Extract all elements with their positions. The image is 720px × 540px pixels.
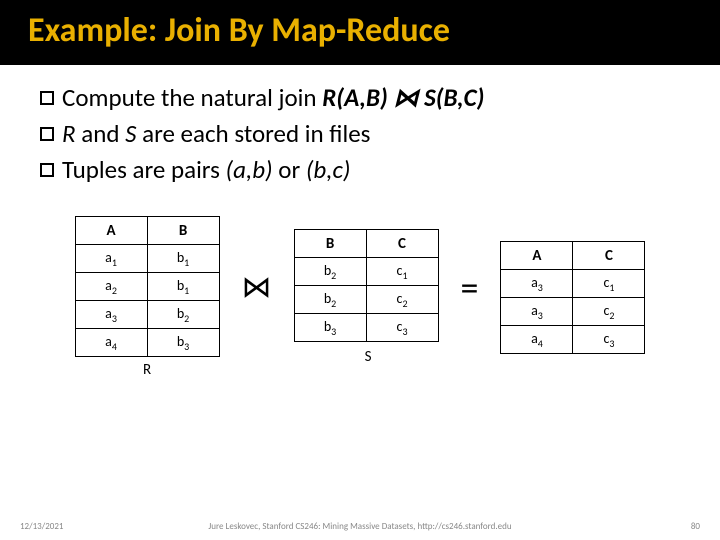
tables-row: ABa1b1a2b1a3b2a4b3 R ⋈ BCb2c1b2c2b3c3 S … [40, 216, 680, 379]
footer-credit: Jure Leskovec, Stanford CS246: Mining Ma… [0, 521, 720, 532]
bullet-2: R and S are each stored in files [40, 117, 680, 151]
table-row: b2c1 [294, 258, 438, 286]
table-cell: b1 [147, 273, 219, 301]
table-row: a4c3 [501, 326, 645, 354]
table-R: ABa1b1a2b1a3b2a4b3 [75, 216, 220, 357]
table-header: B [294, 230, 366, 258]
bullet-2-S: S [125, 118, 136, 149]
table-cell: a2 [75, 273, 147, 301]
table-row: a3c2 [501, 298, 645, 326]
bullet-2-mid: and [76, 118, 126, 149]
bullet-2-R: R [62, 118, 76, 149]
bullet-2-rest: are each stored in files [136, 118, 370, 149]
table-row: b3c3 [294, 314, 438, 342]
bullet-3-prefix: Tuples are pairs [62, 154, 226, 185]
slide-body: Compute the natural join R(A,B) ⋈ S(B,C)… [0, 65, 720, 379]
table-row: a4b3 [75, 329, 219, 357]
table-S: BCb2c1b2c2b3c3 [294, 229, 439, 342]
table-cell: a4 [501, 326, 573, 354]
table-R-wrap: ABa1b1a2b1a3b2a4b3 R [75, 216, 220, 379]
table-cell: b2 [147, 301, 219, 329]
table-cell: a4 [75, 329, 147, 357]
table-result-wrap: ACa3c1a3c2a4c3 [500, 241, 645, 354]
table-cell: c3 [366, 314, 438, 342]
table-cell: b1 [147, 245, 219, 273]
bullet-square-icon [40, 163, 54, 177]
table-cell: b3 [294, 314, 366, 342]
table-cell: c1 [366, 258, 438, 286]
bullet-square-icon [40, 91, 54, 105]
table-cell: a3 [501, 298, 573, 326]
table-header: B [147, 217, 219, 245]
slide-footer: 12/13/2021 Jure Leskovec, Stanford CS246… [0, 521, 720, 532]
bullet-1-text: Compute the natural join [62, 82, 322, 113]
table-header: A [501, 242, 573, 270]
bullet-1-relation: R(A,B) ⋈ S(B,C) [322, 82, 484, 113]
table-cell: a3 [501, 270, 573, 298]
table-row: a1b1 [75, 245, 219, 273]
bullet-3-t1: (a,b) [226, 154, 273, 185]
table-S-wrap: BCb2c1b2c2b3c3 S [294, 229, 439, 366]
table-R-label: R [143, 361, 151, 379]
table-row: a3c1 [501, 270, 645, 298]
bullet-3-t2: (b,c) [306, 154, 351, 185]
bullet-3-or: or [273, 154, 306, 185]
bullet-3: Tuples are pairs (a,b) or (b,c) [40, 153, 680, 187]
table-result: ACa3c1a3c2a4c3 [500, 241, 645, 354]
bullet-square-icon [40, 127, 54, 141]
join-operator: ⋈ [238, 269, 276, 306]
table-cell: c2 [366, 286, 438, 314]
table-row: a3b2 [75, 301, 219, 329]
table-cell: c2 [573, 298, 645, 326]
table-cell: a1 [75, 245, 147, 273]
equals-operator: = [457, 266, 483, 310]
table-cell: c1 [573, 270, 645, 298]
table-header: C [573, 242, 645, 270]
table-cell: b2 [294, 286, 366, 314]
table-header: A [75, 217, 147, 245]
table-cell: b2 [294, 258, 366, 286]
table-row: b2c2 [294, 286, 438, 314]
table-cell: c3 [573, 326, 645, 354]
table-S-label: S [365, 348, 372, 366]
table-header: C [366, 230, 438, 258]
table-cell: a3 [75, 301, 147, 329]
bullet-1: Compute the natural join R(A,B) ⋈ S(B,C) [40, 81, 680, 115]
table-row: a2b1 [75, 273, 219, 301]
slide-title: Example: Join By Map-Reduce [0, 0, 720, 65]
table-cell: b3 [147, 329, 219, 357]
